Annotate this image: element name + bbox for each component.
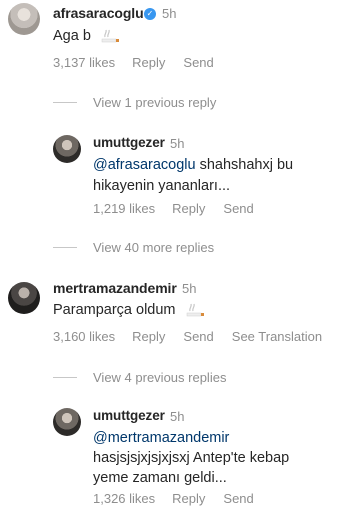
reply-umuttgezer-1: umuttgezer 5h @afrasaracoglu shahshahxj …: [0, 130, 353, 220]
avatar[interactable]: [53, 135, 81, 163]
comment-mertramazandemir: mertramazandemir 5h Paramparça oldum 3,1…: [0, 275, 353, 355]
view-previous-replies-button[interactable]: View 1 previous reply: [53, 95, 216, 110]
comment-time: 5h: [162, 6, 177, 21]
avatar[interactable]: [53, 408, 81, 436]
comment-body: Aga b: [53, 28, 91, 44]
comment-username[interactable]: umuttgezer: [93, 408, 165, 423]
comment-afrasaracoglu: afrasaracoglu ✓ 5h Aga b 3,137 likes Rep…: [0, 0, 353, 80]
see-translation-button[interactable]: See Translation: [232, 329, 322, 344]
reply-umuttgezer-2: umuttgezer 5h @mertramazandemir hasjsjsj…: [0, 403, 353, 508]
comment-body-line2: hikayenin yananları...: [93, 178, 231, 194]
divider: [53, 102, 77, 103]
comment-actions: 1,326 likes Reply Send: [93, 491, 254, 506]
cigarette-emoji-icon: [99, 28, 121, 44]
comment-text: Aga b: [53, 26, 121, 47]
comment-body-line2: yeme zamanı geldi...: [93, 470, 227, 486]
comment-username[interactable]: mertramazandemir: [53, 280, 177, 296]
avatar[interactable]: [8, 282, 40, 314]
view-previous-replies-button[interactable]: View 4 previous replies: [53, 370, 226, 385]
mention-link[interactable]: @mertramazandemir: [93, 430, 229, 446]
comment-text: Paramparça oldum: [53, 300, 206, 321]
likes-count[interactable]: 1,326 likes: [93, 491, 155, 506]
comment-body-line1: shahshahxj bu: [195, 157, 294, 173]
comment-username[interactable]: umuttgezer: [93, 135, 165, 150]
view-more-replies-button[interactable]: View 40 more replies: [53, 240, 214, 255]
reply-button[interactable]: Reply: [132, 329, 165, 344]
cigarette-emoji-icon: [184, 302, 206, 318]
divider: [53, 377, 77, 378]
comment-text: @mertramazandemir hasjsjsjxjsjxjsxj Ante…: [93, 428, 351, 488]
divider: [53, 247, 77, 248]
view-previous-replies-label: View 1 previous reply: [93, 95, 217, 110]
mention-link[interactable]: @afrasaracoglu: [93, 157, 196, 173]
send-button[interactable]: Send: [223, 491, 253, 506]
comment-time: 5h: [170, 136, 185, 151]
reply-button[interactable]: Reply: [172, 491, 205, 506]
send-button[interactable]: Send: [183, 329, 213, 344]
send-button[interactable]: Send: [183, 55, 213, 70]
likes-count[interactable]: 3,160 likes: [53, 329, 115, 344]
comment-text: @afrasaracoglu shahshahxj bu hikayenin y…: [93, 155, 348, 197]
comment-time: 5h: [182, 281, 197, 296]
comment-actions: 3,160 likes Reply Send See Translation: [53, 329, 322, 344]
verified-badge-icon: ✓: [144, 8, 156, 20]
comment-username[interactable]: afrasaracoglu: [53, 5, 144, 21]
reply-button[interactable]: Reply: [172, 201, 205, 216]
view-previous-replies-label: View 4 previous replies: [93, 370, 227, 385]
view-more-replies-label: View 40 more replies: [93, 240, 215, 255]
comment-actions: 3,137 likes Reply Send: [53, 55, 214, 70]
comment-time: 5h: [170, 409, 185, 424]
comment-actions: 1,219 likes Reply Send: [93, 201, 254, 216]
reply-button[interactable]: Reply: [132, 55, 165, 70]
comment-body: Paramparça oldum: [53, 302, 176, 318]
send-button[interactable]: Send: [223, 201, 253, 216]
avatar[interactable]: [8, 3, 40, 35]
comment-body-line1: hasjsjsjxjsjxjsxj Antep'te kebap: [93, 450, 290, 466]
likes-count[interactable]: 3,137 likes: [53, 55, 115, 70]
likes-count[interactable]: 1,219 likes: [93, 201, 155, 216]
